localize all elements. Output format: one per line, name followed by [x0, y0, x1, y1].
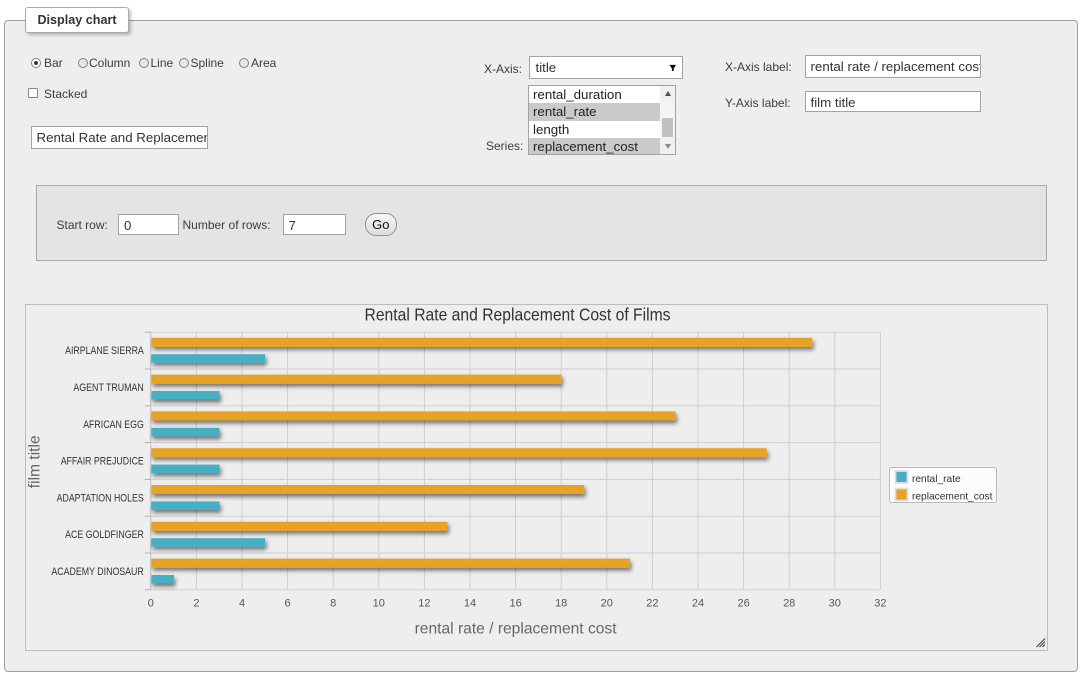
svg-text:AGENT TRUMAN: AGENT TRUMAN — [73, 382, 143, 394]
svg-text:Rental Rate and Replacement Co: Rental Rate and Replacement Cost of Film… — [365, 305, 671, 325]
svg-text:ACADEMY DINOSAUR: ACADEMY DINOSAUR — [51, 566, 143, 578]
svg-text:AFFAIR PREJUDICE: AFFAIR PREJUDICE — [61, 456, 144, 468]
svg-text:8: 8 — [330, 598, 336, 610]
svg-text:rental rate / replacement cost: rental rate / replacement cost — [415, 620, 618, 637]
svg-text:16: 16 — [509, 598, 521, 610]
svg-text:26: 26 — [737, 598, 749, 610]
svg-text:rental_rate: rental_rate — [912, 474, 961, 485]
svg-text:14: 14 — [464, 598, 476, 610]
svg-text:0: 0 — [148, 598, 154, 610]
svg-text:6: 6 — [285, 598, 291, 610]
svg-text:20: 20 — [601, 598, 613, 610]
svg-text:18: 18 — [555, 598, 567, 610]
svg-text:replacement_cost: replacement_cost — [912, 492, 993, 503]
svg-text:12: 12 — [418, 598, 430, 610]
svg-text:ACE GOLDFINGER: ACE GOLDFINGER — [65, 529, 144, 541]
svg-text:AIRPLANE SIERRA: AIRPLANE SIERRA — [65, 345, 144, 357]
svg-text:ADAPTATION HOLES: ADAPTATION HOLES — [57, 492, 144, 504]
svg-text:2: 2 — [193, 598, 199, 610]
svg-text:28: 28 — [783, 598, 795, 610]
svg-text:30: 30 — [829, 598, 841, 610]
svg-text:10: 10 — [373, 598, 385, 610]
svg-text:4: 4 — [239, 598, 245, 610]
svg-text:film title: film title — [27, 435, 44, 488]
svg-text:24: 24 — [692, 598, 704, 610]
svg-text:AFRICAN EGG: AFRICAN EGG — [83, 419, 144, 431]
svg-text:32: 32 — [874, 598, 886, 610]
svg-text:22: 22 — [646, 598, 658, 610]
